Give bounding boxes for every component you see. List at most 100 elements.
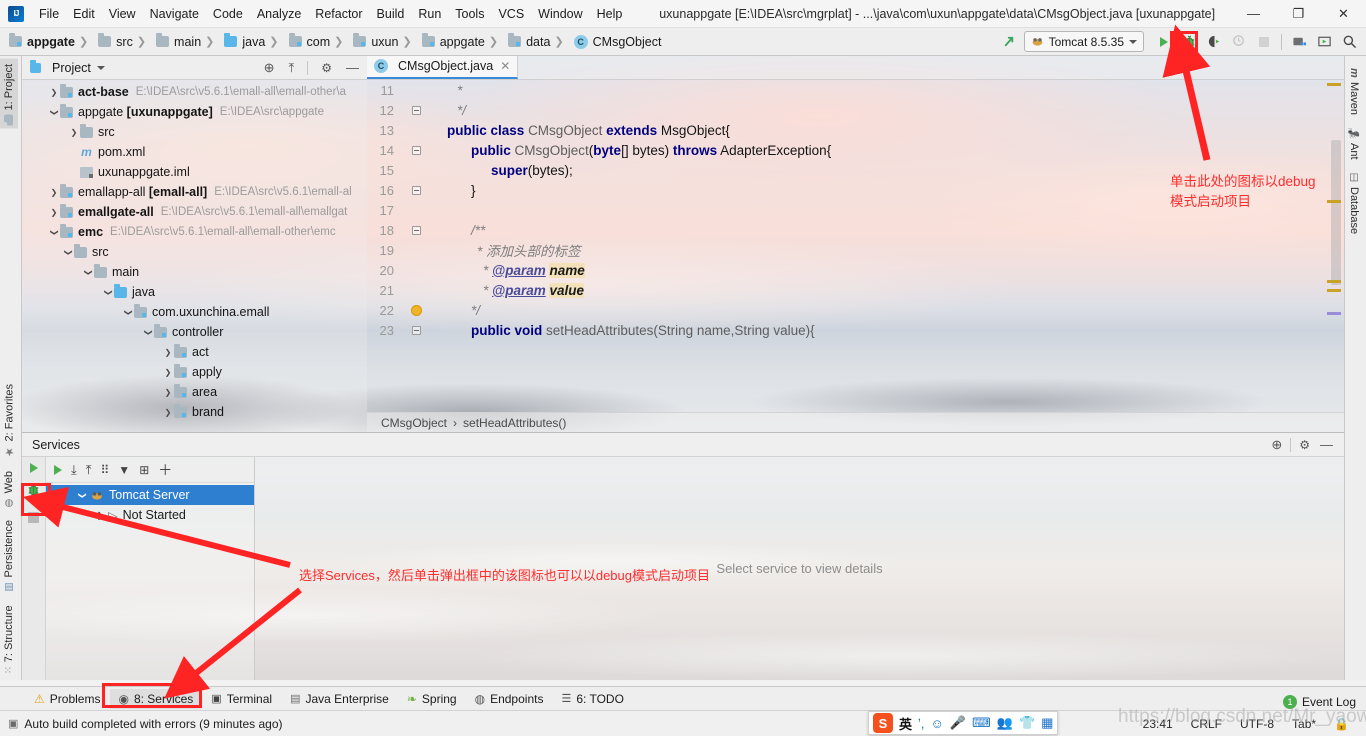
- breadcrumb-item-appgate-pkg[interactable]: appgate ❯: [419, 33, 505, 51]
- breadcrumb-item-java[interactable]: java ❯: [221, 33, 285, 51]
- hide-icon[interactable]: —: [342, 60, 363, 75]
- chevron-right-icon[interactable]: [48, 208, 60, 217]
- tree-row[interactable]: main: [22, 262, 367, 282]
- chevron-right-icon[interactable]: [162, 408, 174, 417]
- debug-button[interactable]: [1178, 31, 1200, 53]
- debug-icon[interactable]: [26, 482, 41, 500]
- bottom-tab-java-enterprise[interactable]: ▤ Java Enterprise: [282, 689, 397, 709]
- breadcrumb-item-data[interactable]: data ❯: [505, 33, 571, 51]
- filter-icon[interactable]: ▼: [118, 463, 130, 477]
- comma-icon[interactable]: ʼ,: [918, 716, 925, 731]
- tree-row[interactable]: src: [22, 242, 367, 262]
- bottom-tab-endpoints[interactable]: ◍ Endpoints: [467, 689, 552, 709]
- tree-row[interactable]: emallgate-all E:\IDEA\src\v5.6.1\emall-a…: [22, 202, 367, 222]
- stop-button[interactable]: [1253, 31, 1275, 53]
- menu-help[interactable]: Help: [590, 4, 630, 24]
- bottom-tab-services[interactable]: ◉ 8: Services: [110, 688, 202, 709]
- fold-end-icon[interactable]: [411, 185, 421, 195]
- stop-icon[interactable]: [28, 512, 39, 523]
- locate-icon[interactable]: ⊕: [260, 60, 279, 76]
- bottom-tab-terminal[interactable]: ▣ Terminal: [203, 689, 280, 709]
- editor-scrollbar[interactable]: [1331, 140, 1341, 285]
- sidebar-item-web[interactable]: ◍ Web: [0, 465, 18, 514]
- sidebar-item-persistence[interactable]: ▤ Persistence: [0, 514, 18, 598]
- gear-icon[interactable]: ⚙: [317, 61, 336, 75]
- gear-icon[interactable]: ⚙: [1294, 438, 1315, 452]
- menu-file[interactable]: File: [32, 4, 66, 24]
- apps-icon[interactable]: ▦: [1041, 715, 1053, 731]
- tree-row[interactable]: apply: [22, 362, 367, 382]
- chevron-right-icon[interactable]: [48, 188, 60, 197]
- bottom-tab-spring[interactable]: ❧ Spring: [399, 689, 465, 709]
- menu-refactor[interactable]: Refactor: [308, 4, 369, 24]
- menu-run[interactable]: Run: [411, 4, 448, 24]
- error-stripe-marker[interactable]: [1327, 200, 1341, 203]
- intention-bulb-icon[interactable]: [410, 304, 422, 316]
- menu-edit[interactable]: Edit: [66, 4, 102, 24]
- chevron-right-icon[interactable]: [48, 88, 60, 97]
- sidebar-item-ant[interactable]: 🐜 Ant: [1345, 121, 1363, 166]
- sidebar-item-project[interactable]: 1: Project: [0, 58, 18, 129]
- group-icon[interactable]: ⠿: [101, 463, 110, 477]
- code-breadcrumb-class[interactable]: CMsgObject: [381, 416, 447, 430]
- fold-start-icon[interactable]: [411, 145, 421, 155]
- bottom-tab-todo[interactable]: ☰ 6: TODO: [553, 689, 631, 709]
- error-stripe-marker[interactable]: [1327, 280, 1341, 283]
- tree-row[interactable]: act-base E:\IDEA\src\v5.6.1\emall-all\em…: [22, 82, 367, 102]
- keyboard-icon[interactable]: ⌨: [972, 715, 991, 731]
- sidebar-item-structure[interactable]: ⁙ 7: Structure: [0, 599, 18, 680]
- run-configuration-selector[interactable]: Tomcat 8.5.35: [1023, 31, 1144, 52]
- tree-row[interactable]: appgate [uxunappgate] E:\IDEA\src\appgat…: [22, 102, 367, 122]
- menu-view[interactable]: View: [102, 4, 143, 24]
- menu-build[interactable]: Build: [370, 4, 412, 24]
- fold-start-icon[interactable]: [411, 325, 421, 335]
- editor-tab-cmsgobject[interactable]: C CMsgObject.java ✕: [367, 55, 519, 79]
- run-button[interactable]: [1153, 31, 1175, 53]
- menu-vcs[interactable]: VCS: [491, 4, 531, 24]
- ime-toolbar[interactable]: S 英 ʼ, ☺ 🎤 ⌨ 👥 👕 ▦: [868, 711, 1059, 735]
- breadcrumb-item-main[interactable]: main ❯: [153, 33, 221, 51]
- project-structure-button[interactable]: [1288, 31, 1310, 53]
- tree-row[interactable]: act: [22, 342, 367, 362]
- tree-row[interactable]: brand: [22, 402, 367, 422]
- chevron-down-icon[interactable]: [142, 328, 154, 337]
- fold-end-icon[interactable]: [411, 105, 421, 115]
- project-tree[interactable]: act-base E:\IDEA\src\v5.6.1\emall-all\em…: [22, 80, 367, 432]
- maximize-button[interactable]: ❐: [1276, 0, 1321, 28]
- breadcrumb-item-src[interactable]: src ❯: [95, 33, 153, 51]
- locate-icon[interactable]: ⊕: [1266, 437, 1287, 453]
- tree-row[interactable]: emallapp-all [emall-all] E:\IDEA\src\v5.…: [22, 182, 367, 202]
- chevron-down-icon[interactable]: [62, 248, 74, 257]
- breadcrumb-item-class[interactable]: C CMsgObject: [571, 33, 665, 51]
- menu-tools[interactable]: Tools: [448, 4, 491, 24]
- breadcrumb-item-com[interactable]: com ❯: [286, 33, 351, 51]
- chevron-down-icon[interactable]: [122, 308, 134, 317]
- error-stripe-marker[interactable]: [1327, 83, 1341, 86]
- chevron-down-icon[interactable]: [48, 108, 60, 117]
- bottom-tab-problems[interactable]: ⚠ Problems: [26, 689, 108, 709]
- tree-row[interactable]: uxunappgate.iml: [22, 162, 367, 182]
- code-viewport[interactable]: 11 * 12 */ 13 public class CMsgObject exte…: [367, 80, 1344, 412]
- select-opened-file-button[interactable]: [1313, 31, 1335, 53]
- add-icon[interactable]: ＋: [158, 460, 172, 480]
- menu-code[interactable]: Code: [206, 4, 250, 24]
- chevron-right-icon[interactable]: [162, 368, 174, 377]
- chevron-down-icon[interactable]: [48, 228, 60, 237]
- skin-icon[interactable]: 👕: [1019, 715, 1035, 731]
- sidebar-item-favorites[interactable]: ★ 2: Favorites: [0, 378, 19, 464]
- tree-row[interactable]: java: [22, 282, 367, 302]
- menu-window[interactable]: Window: [531, 4, 589, 24]
- breadcrumb-item-appgate[interactable]: appgate ❯: [6, 33, 95, 51]
- emoji-icon[interactable]: ☺: [931, 716, 944, 731]
- tree-row[interactable]: controller: [22, 322, 367, 342]
- profile-button[interactable]: [1228, 31, 1250, 53]
- tree-row[interactable]: m pom.xml: [22, 142, 367, 162]
- sidebar-item-maven[interactable]: m Maven: [1345, 62, 1363, 121]
- tree-row[interactable]: src: [22, 122, 367, 142]
- tree-row[interactable]: area: [22, 382, 367, 402]
- code-breadcrumb-method[interactable]: setHeadAttributes(): [463, 416, 566, 430]
- tree-row[interactable]: com.uxunchina.emall: [22, 302, 367, 322]
- add-tab-icon[interactable]: ⊞: [139, 463, 149, 477]
- chevron-right-icon[interactable]: [162, 388, 174, 397]
- menu-navigate[interactable]: Navigate: [143, 4, 206, 24]
